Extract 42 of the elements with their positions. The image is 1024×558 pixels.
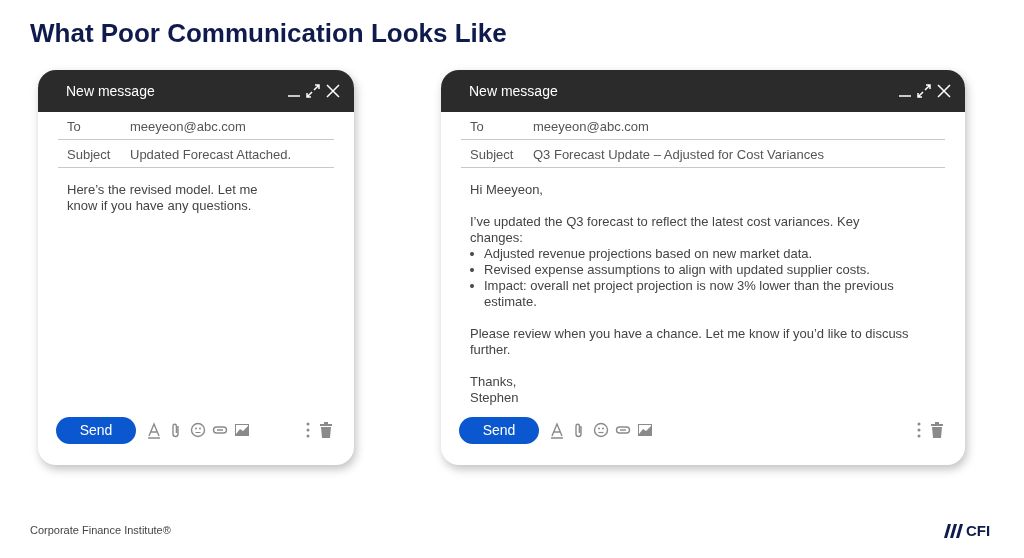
slanted-bars-icon [941,524,963,539]
to-label: To [469,117,485,136]
close-icon[interactable] [326,84,340,98]
window-title: New message [66,81,155,101]
more-options-icon[interactable] [917,422,921,438]
footer-text: Corporate Finance Institute® [30,523,171,538]
to-label: To [66,117,82,136]
trash-icon[interactable] [931,422,943,438]
message-paragraph: I’ve updated the Q3 forecast to reflect the latest cost variances. Key changes: [470,214,861,246]
logo-text: CFI [966,521,991,541]
trash-icon[interactable] [320,422,332,438]
close-icon[interactable] [937,84,951,98]
send-button[interactable]: Send [56,416,136,444]
message-paragraph: Please review when you have a chance. Let me know if you’d like to discuss further. [470,326,910,358]
bullet-icon [470,284,474,288]
expand-icon[interactable] [917,84,931,98]
image-icon[interactable] [637,421,653,439]
subject-field[interactable]: Q3 Forecast Update – Adjusted for Cost Variances [533,144,824,164]
subject-label: Subject [66,145,112,164]
message-paragraph: Hi Meeyeon, [470,182,544,198]
window-title: New message [469,81,558,101]
recipient-field[interactable]: meeyeon@abc.com [130,116,246,136]
emoji-icon[interactable] [593,421,609,439]
text-format-icon[interactable] [146,421,162,439]
text-format-icon[interactable] [549,421,565,439]
image-icon[interactable] [234,421,250,439]
send-button[interactable]: Send [459,416,539,444]
bullet-item: Adjusted revenue projections based on new market data. [484,246,813,262]
expand-icon[interactable] [306,84,320,98]
subject-field[interactable]: Updated Forecast Attached. [130,144,292,164]
signature-line: Thanks, [470,374,518,390]
slide-title: What Poor Communication Looks Like [30,17,507,50]
emoji-icon[interactable] [190,421,206,439]
signature-line: Stephen [470,390,520,406]
bullet-item: Impact: overall net project projection is now 3% lower than the previous estimate. [484,278,895,310]
bullet-item: Revised expense assumptions to align with updated supplier costs. [484,262,870,278]
recipient-field[interactable]: meeyeon@abc.com [533,116,649,136]
bullet-icon [470,268,474,272]
bullet-icon [470,252,474,256]
more-options-icon[interactable] [306,422,310,438]
message-paragraph: Here’s the revised model. Let me know if you have any questions. [67,182,259,214]
subject-label: Subject [469,145,515,164]
